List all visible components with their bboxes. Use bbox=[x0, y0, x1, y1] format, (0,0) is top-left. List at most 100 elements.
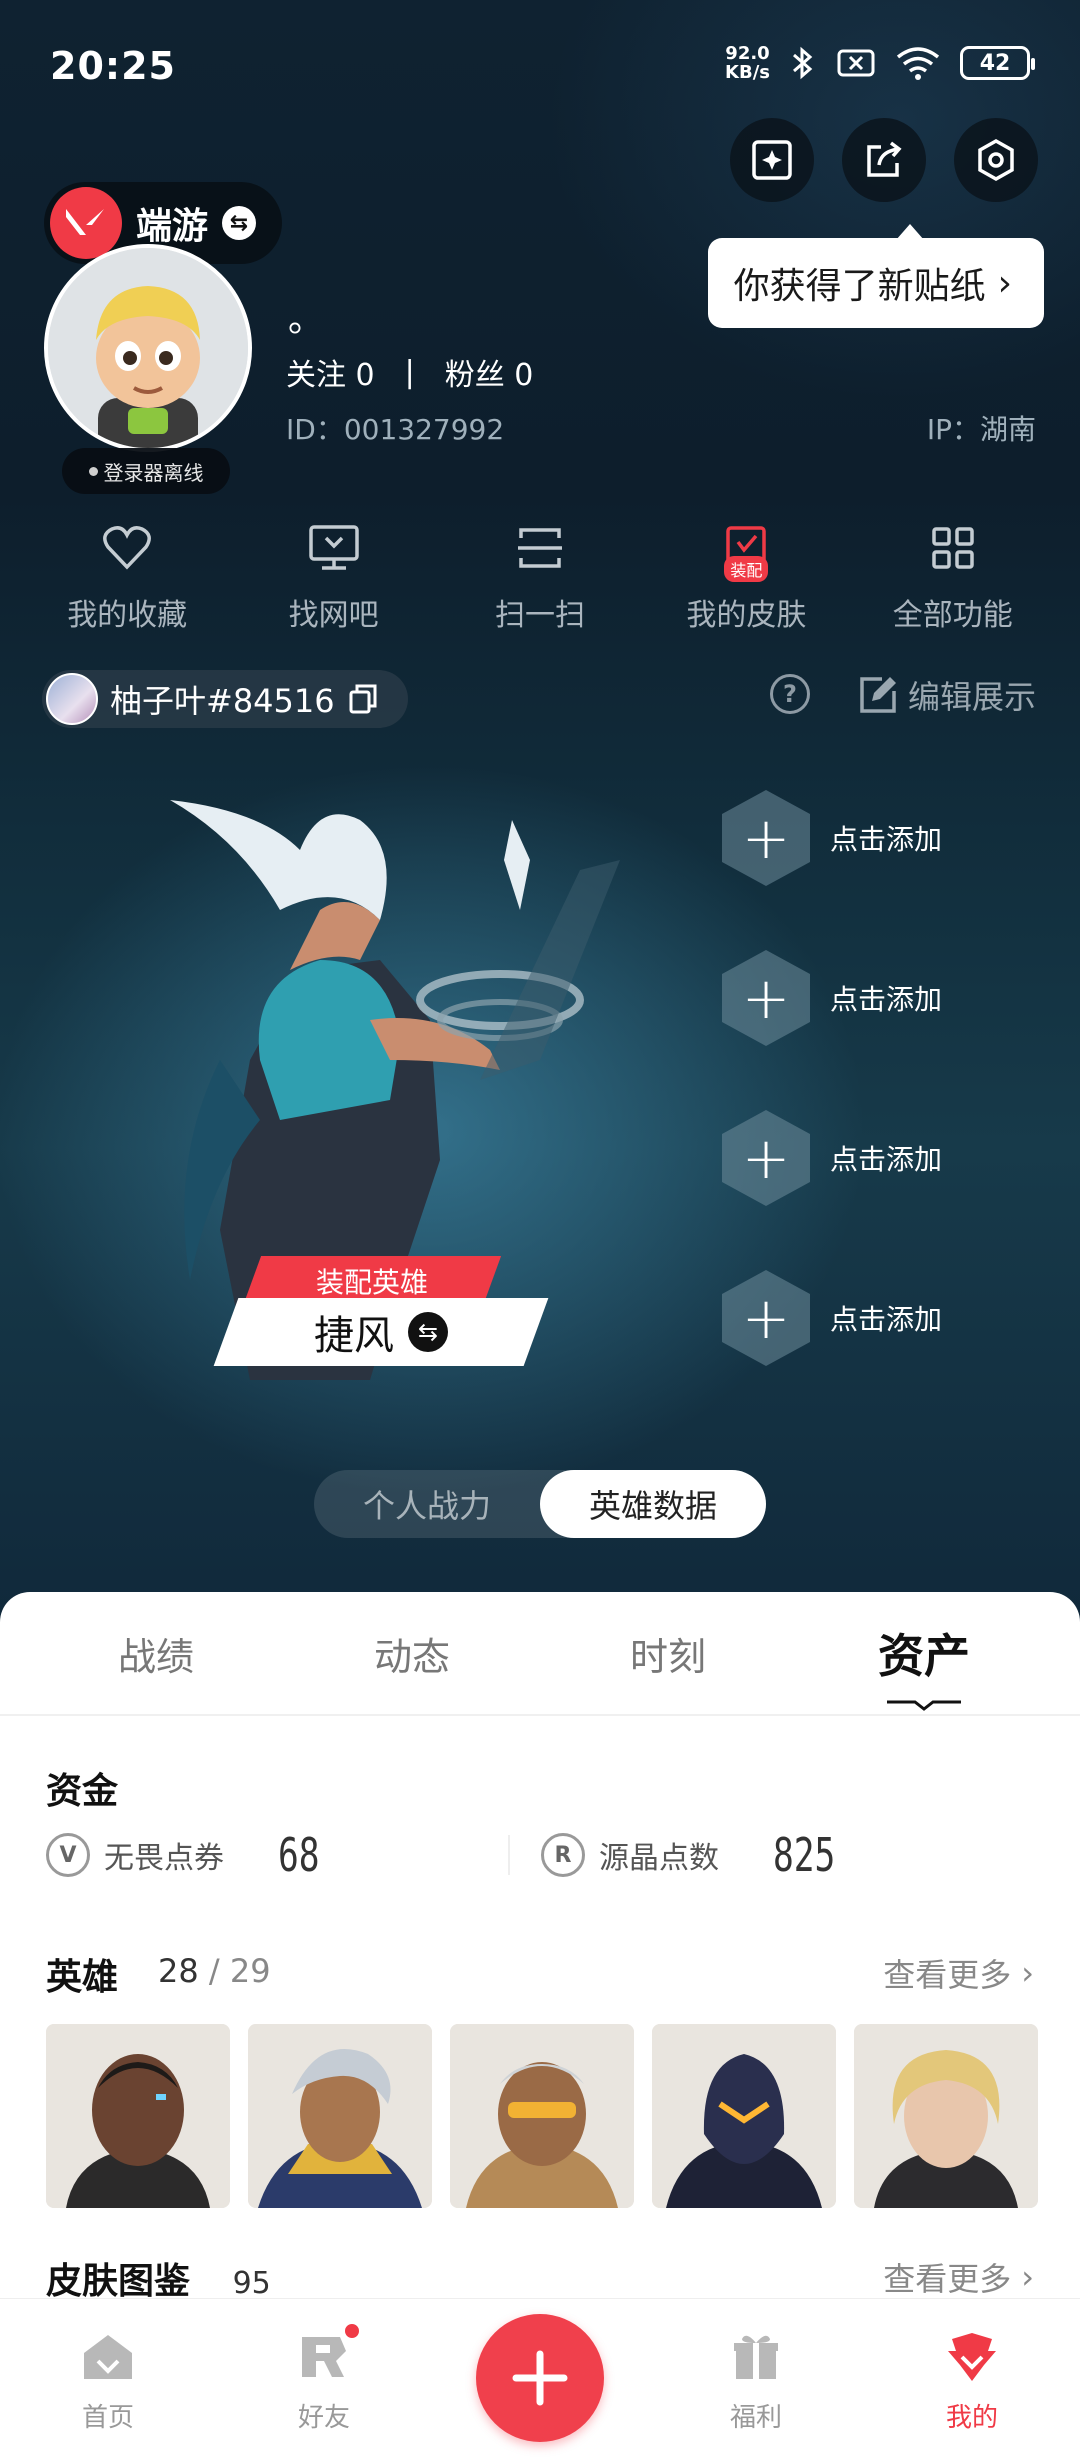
home-icon bbox=[78, 2327, 138, 2387]
user-id: ID：001327992 bbox=[286, 413, 505, 446]
skin-icon: 装配 bbox=[718, 520, 774, 582]
hero-card[interactable] bbox=[46, 2024, 230, 2208]
fund-vp: V 无畏点券 68 bbox=[46, 1828, 541, 1882]
avatar[interactable] bbox=[44, 244, 252, 452]
swap-hero-icon: ⇆ bbox=[408, 1312, 448, 1352]
tab-underline-icon bbox=[887, 1700, 961, 1711]
quick-item-internet-cafe[interactable]: 找网吧 bbox=[244, 520, 424, 634]
nav-friends[interactable]: 好友 bbox=[244, 2321, 404, 2434]
copy-icon[interactable] bbox=[347, 683, 379, 715]
tab-bar: 战绩 动态 时刻 资产 bbox=[0, 1592, 1080, 1714]
add-slot[interactable]: + 点击添加 bbox=[722, 790, 942, 886]
friends-icon bbox=[294, 2321, 362, 2387]
funds-row: V 无畏点券 68 R 源晶点数 825 bbox=[46, 1825, 1036, 1885]
heroes-see-more[interactable]: 查看更多 › bbox=[883, 1950, 1034, 1996]
status-time: 20:25 bbox=[50, 44, 176, 88]
launcher-status: 登录器离线 bbox=[62, 448, 230, 494]
fans[interactable]: 粉丝 0 bbox=[445, 350, 534, 394]
account-avatar bbox=[46, 673, 98, 725]
tab-feed[interactable]: 动态 bbox=[332, 1626, 492, 1681]
toggle-personal-power[interactable]: 个人战力 bbox=[314, 1470, 540, 1538]
game-account[interactable]: 柚子叶#84516 bbox=[42, 670, 408, 728]
bluetooth-icon bbox=[793, 46, 813, 80]
hero-nameplate[interactable]: 捷风 ⇆ bbox=[213, 1298, 549, 1366]
hero-card[interactable] bbox=[248, 2024, 432, 2208]
share-icon bbox=[867, 141, 902, 177]
hero-name: 捷风 bbox=[314, 1313, 394, 1359]
no-sim-icon bbox=[837, 49, 875, 77]
nickname: 。 bbox=[288, 299, 325, 340]
game-name: 端游 bbox=[136, 206, 209, 247]
nav-welfare[interactable]: 福利 bbox=[676, 2327, 836, 2434]
chevron-right-icon: › bbox=[997, 262, 1012, 304]
quick-actions: 我的收藏 找网吧 扫一扫 装配 我的皮肤 全部功能 bbox=[0, 520, 1080, 634]
status-dot bbox=[88, 466, 98, 476]
following[interactable]: 关注 0 bbox=[286, 350, 375, 394]
quick-item-skins[interactable]: 装配 我的皮肤 bbox=[656, 520, 836, 634]
hero-card[interactable] bbox=[652, 2024, 836, 2208]
toggle-hero-data[interactable]: 英雄数据 bbox=[540, 1470, 766, 1538]
skins-count: 95 bbox=[232, 2266, 271, 2301]
gift-icon bbox=[726, 2327, 786, 2387]
plus-icon: + bbox=[722, 790, 810, 886]
tab-record[interactable]: 战绩 bbox=[76, 1626, 236, 1681]
edit-display-button[interactable]: 编辑展示 bbox=[858, 672, 1036, 718]
mine-icon bbox=[942, 2327, 1002, 2387]
quick-item-all-features[interactable]: 全部功能 bbox=[863, 520, 1043, 634]
net-speed: 92.0 KB/s bbox=[725, 43, 770, 83]
plus-icon: + bbox=[722, 950, 810, 1046]
heroes-count: 28 / 29 bbox=[158, 1952, 271, 1990]
ip-location: IP：湖南 bbox=[926, 413, 1036, 446]
top-actions bbox=[730, 118, 1038, 202]
sticker-icon bbox=[752, 140, 792, 180]
add-slot[interactable]: + 点击添加 bbox=[722, 1270, 942, 1366]
sticker-button[interactable] bbox=[730, 118, 814, 202]
quick-item-scan[interactable]: 扫一扫 bbox=[450, 520, 630, 634]
heart-icon bbox=[99, 520, 155, 576]
follow-row: 关注 0 | 粉丝 0 bbox=[286, 350, 533, 394]
settings-hex-icon bbox=[978, 138, 1014, 182]
edit-icon bbox=[860, 677, 896, 713]
divider bbox=[0, 1714, 1080, 1716]
add-slot[interactable]: + 点击添加 bbox=[722, 1110, 942, 1206]
chevron-right-icon: › bbox=[1021, 1954, 1034, 1992]
nav-home[interactable]: 首页 bbox=[28, 2327, 188, 2434]
hero-card[interactable] bbox=[854, 2024, 1038, 2208]
nav-mine[interactable]: 我的 bbox=[892, 2327, 1052, 2434]
notification-dot bbox=[342, 2321, 362, 2341]
skin-tag: 装配 bbox=[724, 556, 769, 582]
monitor-icon bbox=[306, 520, 362, 576]
help-icon[interactable]: ? bbox=[770, 674, 810, 714]
quick-item-favorites[interactable]: 我的收藏 bbox=[37, 520, 217, 634]
scan-icon bbox=[512, 520, 568, 576]
grid-icon bbox=[925, 520, 981, 576]
settings-button[interactable] bbox=[954, 118, 1038, 202]
heroes-title: 英雄 bbox=[46, 1957, 119, 1998]
account-name: 柚子叶#84516 bbox=[110, 682, 335, 720]
hero-cards bbox=[46, 2024, 1038, 2208]
fund-divider bbox=[508, 1835, 510, 1875]
status-bar: 20:25 92.0 KB/s 42 bbox=[0, 0, 1080, 130]
new-sticker-tooltip[interactable]: 你获得了新贴纸 › bbox=[707, 224, 1044, 328]
tab-assets[interactable]: 资产 bbox=[844, 1620, 1004, 1711]
vp-icon: V bbox=[46, 1833, 90, 1877]
create-post-button[interactable] bbox=[476, 2314, 604, 2442]
funds-title: 资金 bbox=[46, 1771, 119, 1812]
valorant-logo-icon bbox=[50, 187, 122, 259]
chevron-right-icon: › bbox=[1021, 2258, 1034, 2296]
battery-icon: 42 bbox=[960, 46, 1035, 80]
radianite-icon: R bbox=[541, 1833, 585, 1877]
swap-icon: ⇆ bbox=[222, 206, 257, 240]
stats-toggle: 个人战力 英雄数据 bbox=[314, 1470, 766, 1538]
follow-divider: | bbox=[404, 354, 415, 390]
hero-card[interactable] bbox=[450, 2024, 634, 2208]
skins-title: 皮肤图鉴 95 bbox=[46, 2261, 271, 2302]
skins-see-more[interactable]: 查看更多 › bbox=[883, 2254, 1034, 2300]
add-slot[interactable]: + 点击添加 bbox=[722, 950, 942, 1046]
tab-moments[interactable]: 时刻 bbox=[588, 1626, 748, 1681]
plus-icon: + bbox=[722, 1110, 810, 1206]
wifi-icon bbox=[896, 47, 940, 80]
fund-radianite: R 源晶点数 825 bbox=[541, 1828, 1036, 1882]
share-button[interactable] bbox=[842, 118, 926, 202]
plus-icon bbox=[512, 2350, 568, 2406]
